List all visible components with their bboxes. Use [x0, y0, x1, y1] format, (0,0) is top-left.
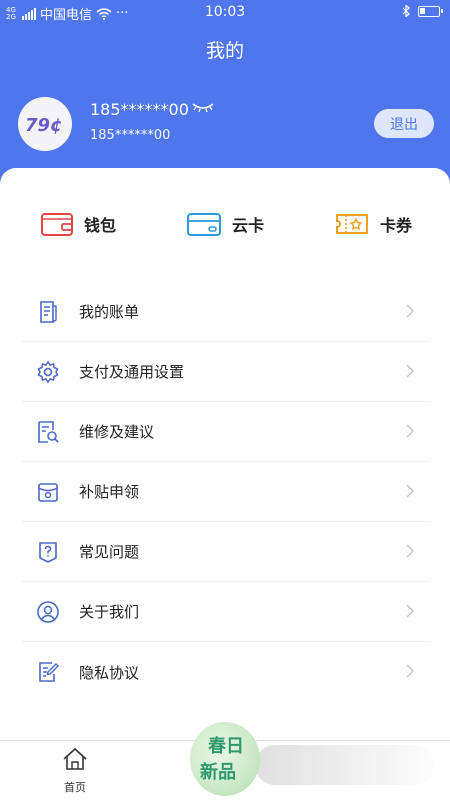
home-icon: [63, 747, 87, 770]
chevron-right-icon: [406, 604, 414, 618]
promo-badge[interactable]: 春日 新品: [190, 722, 260, 796]
menu-item-about[interactable]: 关于我们: [22, 582, 430, 642]
eye-closed-icon[interactable]: [191, 101, 215, 115]
menu-label-bill: 我的账单: [79, 303, 140, 321]
menu-label-about: 关于我们: [79, 603, 140, 621]
battery-icon: [418, 5, 443, 17]
coupon-icon: [336, 214, 368, 234]
bluetooth-icon: [402, 5, 410, 17]
gear-icon: [35, 359, 61, 385]
menu-label-subsidy: 补贴申领: [79, 483, 140, 501]
chevron-right-icon: [406, 424, 414, 438]
tab-home[interactable]: 首页: [50, 747, 100, 795]
wallet-label: 钱包: [84, 216, 117, 235]
question-icon: [35, 539, 61, 565]
logout-button[interactable]: 退出: [374, 109, 434, 138]
chevron-right-icon: [406, 664, 414, 678]
menu-item-bill[interactable]: 我的账单: [22, 282, 430, 342]
status-right: [402, 5, 443, 17]
chevron-right-icon: [406, 544, 414, 558]
cloud-card-button[interactable]: 云卡: [186, 206, 264, 242]
avatar-logo-text: 79¢: [25, 115, 63, 136]
menu-item-subsidy[interactable]: 补贴申领: [22, 462, 430, 522]
user-icon: [35, 599, 61, 625]
chevron-right-icon: [406, 364, 414, 378]
wallet-icon: [41, 213, 73, 236]
avatar[interactable]: 79¢: [18, 97, 72, 151]
menu-label-privacy: 隐私协议: [79, 663, 140, 682]
wallet-button[interactable]: 钱包: [40, 206, 116, 242]
menu-list: 我的账单 支付及通用设置 维修及建议 补贴申领 常见问题 关于我们 隐私协议: [22, 282, 430, 702]
user-phone: 185******00: [90, 128, 171, 143]
card-icon: [187, 213, 221, 236]
subsidy-icon: [35, 479, 61, 505]
coupon-label: 卡券: [380, 216, 413, 235]
coupon-button[interactable]: 卡券: [334, 206, 412, 242]
status-bar: 4G 2G 中国电信 ··· 10:03: [0, 0, 450, 24]
page-title: 我的: [205, 40, 244, 62]
promo-banner-background: [255, 745, 435, 785]
chevron-right-icon: [406, 304, 414, 318]
chevron-right-icon: [406, 484, 414, 498]
menu-item-settings[interactable]: 支付及通用设置: [22, 342, 430, 402]
repair-icon: [35, 419, 61, 445]
cloud-card-label: 云卡: [232, 216, 265, 235]
menu-label-faq: 常见问题: [79, 543, 140, 561]
promo-line1: 春日: [208, 736, 244, 757]
menu-label-settings: 支付及通用设置: [79, 363, 185, 381]
user-name: 185******00: [90, 100, 189, 119]
menu-item-faq[interactable]: 常见问题: [22, 522, 430, 582]
bill-icon: [35, 299, 61, 325]
promo-line2: 新品: [200, 762, 236, 783]
privacy-icon: [35, 659, 61, 685]
menu-item-repair[interactable]: 维修及建议: [22, 402, 430, 462]
menu-item-privacy[interactable]: 隐私协议: [22, 642, 430, 702]
tab-home-label: 首页: [64, 781, 86, 794]
menu-label-repair: 维修及建议: [79, 423, 155, 441]
battery-fill: [420, 7, 426, 14]
avatar-logo-icon: 79¢: [25, 115, 63, 136]
clock: 10:03: [204, 4, 246, 20]
